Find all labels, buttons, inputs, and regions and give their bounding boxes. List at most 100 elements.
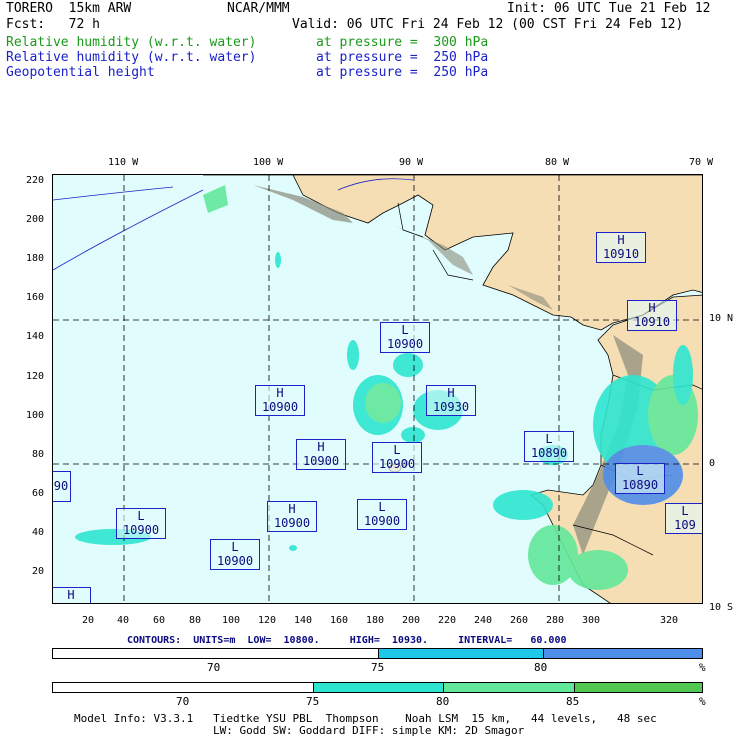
x-tick: 300 — [582, 615, 601, 626]
colorbar-label: % — [699, 661, 706, 674]
center-value: 10900 — [273, 516, 311, 530]
colorbar-segment — [313, 683, 445, 692]
center-type: L — [378, 500, 386, 514]
colorbar-segment — [53, 649, 379, 658]
center-type: L — [545, 432, 553, 446]
lat-label-10n: 10 N — [709, 313, 734, 324]
low-center: L 10900 — [372, 442, 422, 473]
y-tick: 220 — [26, 175, 45, 186]
low-center: L 10890 — [524, 431, 574, 462]
y-tick: 160 — [26, 292, 45, 303]
x-tick: 60 — [153, 615, 166, 626]
height-contour — [53, 186, 174, 201]
colorbar-label: 75 — [371, 661, 385, 674]
center-type: L — [137, 509, 145, 523]
x-tick: 220 — [438, 615, 457, 626]
height-contour — [53, 189, 204, 271]
center-value: 10900 — [261, 400, 299, 414]
center-value: 10900 — [216, 554, 254, 568]
colorbar-label: 80 — [534, 661, 548, 674]
x-tick: 100 — [222, 615, 241, 626]
field-2-name: Relative humidity (w.r.t. water) — [6, 50, 257, 65]
country-border — [397, 202, 424, 238]
field-1-name: Relative humidity (w.r.t. water) — [6, 35, 257, 50]
center-type: H — [617, 233, 625, 247]
high-center: H — [53, 587, 91, 603]
center-value: 109 — [674, 518, 696, 532]
low-center: L 10900 — [210, 539, 260, 570]
x-tick: 200 — [402, 615, 421, 626]
y-tick: 120 — [26, 371, 45, 382]
init-time: Init: 06 UTC Tue 21 Feb 12 — [507, 1, 711, 16]
colorbar-label: 70 — [207, 661, 221, 674]
y-tick: 40 — [32, 527, 45, 538]
low-center: L 10900 — [357, 499, 407, 530]
center-type: L — [401, 323, 409, 337]
model-info-line-2: LW: Godd SW: Goddard DIFF: simple KM: 2D… — [213, 724, 525, 737]
colorbar-label: % — [699, 695, 706, 708]
colorbar-segment — [53, 683, 314, 692]
high-center: H 10900 — [267, 501, 317, 532]
center-type: L — [393, 443, 401, 457]
x-tick: 260 — [510, 615, 529, 626]
center-type: H — [288, 502, 296, 516]
center-type: H — [67, 588, 75, 602]
y-tick: 100 — [26, 410, 45, 421]
center-value: 10900 — [122, 523, 160, 537]
low-center: L 10900 — [380, 322, 430, 353]
center-value: 10900 — [302, 454, 340, 468]
y-tick: 200 — [26, 214, 45, 225]
center-value: 10910 — [633, 315, 671, 329]
x-tick: 240 — [474, 615, 493, 626]
model-name: TORERO 15km ARW — [6, 1, 132, 16]
x-tick: 80 — [189, 615, 202, 626]
low-center: L 109 — [665, 503, 702, 534]
lat-label-0: 0 — [709, 458, 716, 469]
high-center: H 10930 — [426, 385, 476, 416]
center-type: L — [681, 504, 689, 518]
center-value: 90 — [53, 479, 69, 493]
center-value: 10890 — [530, 446, 568, 460]
x-tick: 40 — [117, 615, 130, 626]
contours-info: CONTOURS: UNITS=m LOW= 10800. HIGH= 1093… — [127, 635, 567, 646]
field-1-level: at pressure = 300 hPa — [316, 35, 489, 50]
contour-value-edge: 90 — [53, 471, 71, 502]
lat-label-10s: 10 S — [709, 602, 734, 613]
colorbar-rh-250 — [52, 648, 703, 659]
valid-time: Valid: 06 UTC Fri 24 Feb 12 (00 CST Fri … — [292, 17, 684, 32]
colorbar-label: 80 — [436, 695, 450, 708]
y-tick: 140 — [26, 331, 45, 342]
y-tick: 80 — [32, 449, 45, 460]
low-center: L 10900 — [116, 508, 166, 539]
colorbar-segment — [444, 683, 576, 692]
lon-label-90w: 90 W — [399, 157, 424, 168]
lon-label-110w: 110 W — [108, 157, 139, 168]
center-type: H — [447, 386, 455, 400]
y-tick: 60 — [32, 488, 45, 499]
colorbar-segment — [543, 649, 702, 658]
high-center: H 10900 — [255, 385, 305, 416]
field-3-level: at pressure = 250 hPa — [316, 65, 489, 80]
center-type: L — [636, 464, 644, 478]
center-type: L — [231, 540, 239, 554]
center-type: H — [317, 440, 325, 454]
colorbar-label: 75 — [306, 695, 320, 708]
center-type: H — [648, 301, 656, 315]
high-center: H 10900 — [296, 439, 346, 470]
center-value: 10910 — [602, 247, 640, 261]
colorbar-label: 70 — [176, 695, 190, 708]
x-tick: 320 — [660, 615, 679, 626]
x-tick: 160 — [330, 615, 349, 626]
y-tick: 180 — [26, 253, 45, 264]
lon-label-80w: 80 W — [545, 157, 570, 168]
high-center: H 10910 — [596, 232, 646, 263]
center-type: H — [276, 386, 284, 400]
colorbar-rh-300 — [52, 682, 703, 693]
x-tick: 120 — [258, 615, 277, 626]
center-value: 10930 — [432, 400, 470, 414]
high-center: H 10910 — [627, 300, 677, 331]
forecast-map[interactable]: H 10910 H 10910 L 10900 H 10900 H 10930 H 1090… — [52, 174, 703, 604]
center-value: 10900 — [378, 457, 416, 471]
lon-label-70w: 70 W — [689, 157, 714, 168]
center-value: 10890 — [621, 478, 659, 492]
